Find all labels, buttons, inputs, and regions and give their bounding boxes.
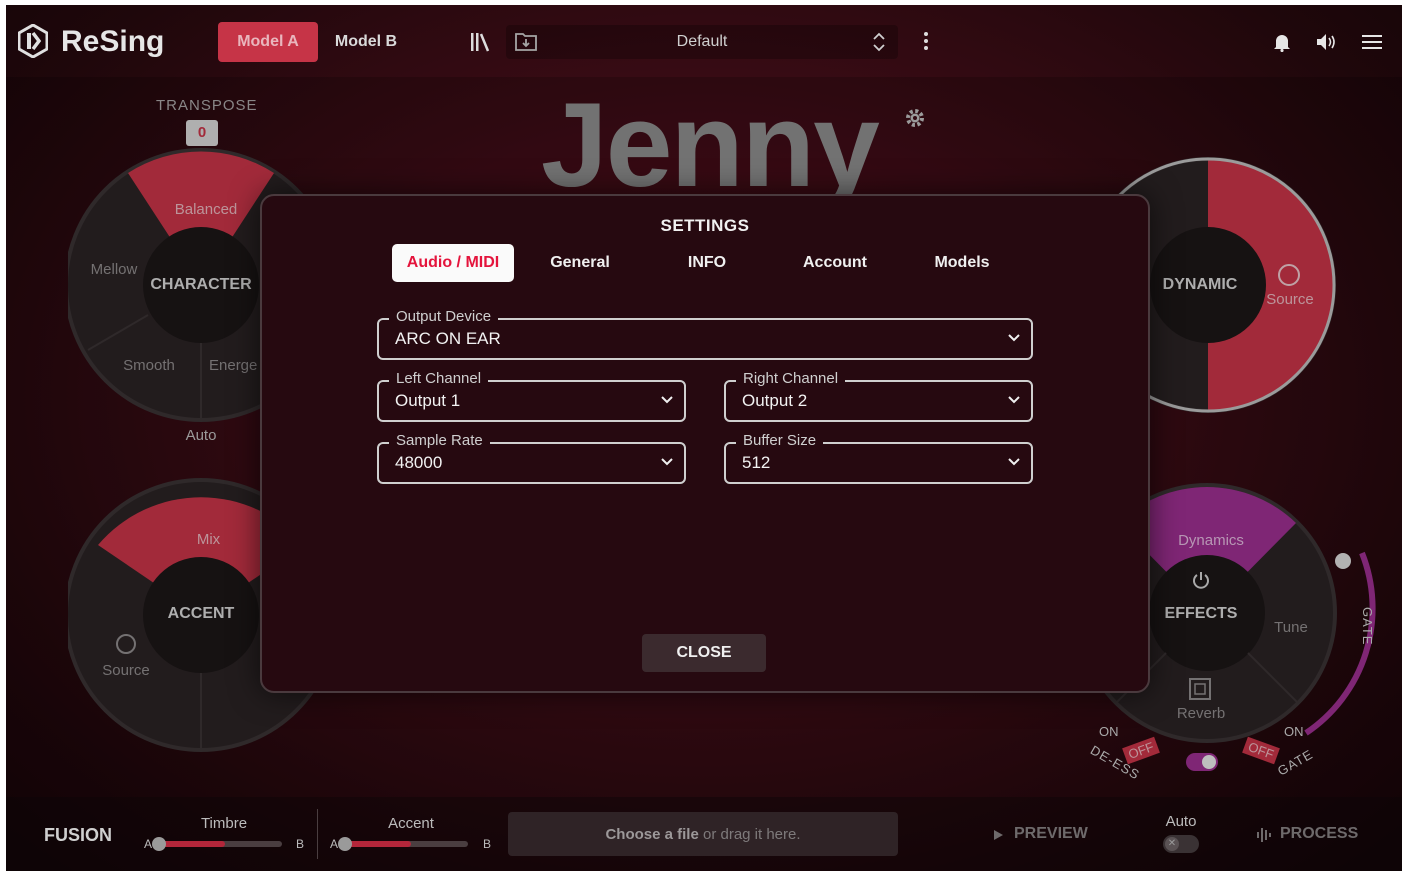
- dropzone-text: Choose a file or drag it here.: [605, 826, 801, 843]
- model-a-button[interactable]: Model A: [218, 22, 318, 62]
- divider: [317, 809, 318, 859]
- close-button[interactable]: CLOSE: [642, 634, 766, 672]
- output-device-value: ARC ON EAR: [395, 329, 501, 348]
- accent-b-label: B: [483, 837, 492, 851]
- left-channel-label: Left Channel: [389, 370, 489, 387]
- chevron-down-icon: [1008, 334, 1020, 342]
- tab-account[interactable]: Account: [794, 244, 876, 282]
- bell-icon[interactable]: [1273, 32, 1291, 52]
- timbre-slider-handle[interactable]: [152, 837, 166, 851]
- timbre-b-label: B: [296, 837, 305, 851]
- auto-toggle[interactable]: ✕: [1163, 835, 1199, 853]
- app-name: ReSing: [61, 25, 165, 58]
- preset-name: Default: [676, 33, 728, 50]
- chevron-down-icon: [661, 396, 673, 404]
- chevron-down-icon: [1008, 396, 1020, 404]
- accent-slider-label: Accent: [388, 815, 434, 832]
- hamburger-menu-icon[interactable]: [1362, 34, 1382, 50]
- choose-file-link[interactable]: Choose a file: [605, 826, 698, 843]
- preview-button[interactable]: PREVIEW: [1014, 825, 1088, 843]
- play-icon: [994, 830, 1003, 840]
- buffer-size-label: Buffer Size: [736, 432, 824, 449]
- right-channel-label: Right Channel: [736, 370, 846, 387]
- tab-models[interactable]: Models: [926, 244, 998, 282]
- bottom-bar: FUSION Timbre A B Accent A B Choose a fi…: [6, 797, 1402, 871]
- fusion-label: FUSION: [44, 825, 113, 845]
- sample-rate-label: Sample Rate: [389, 432, 490, 449]
- resing-logo-icon: [18, 24, 48, 58]
- process-button[interactable]: PROCESS: [1280, 825, 1358, 843]
- auto-label: Auto: [1165, 813, 1197, 830]
- left-channel-value: Output 1: [395, 391, 461, 410]
- accent-a-label: A: [330, 837, 339, 851]
- top-bar: ReSing Model A Model B Default: [6, 5, 1402, 77]
- buffer-size-select[interactable]: Buffer Size 512: [724, 432, 1033, 484]
- right-channel-value: Output 2: [742, 391, 808, 410]
- right-channel-select[interactable]: Right Channel Output 2: [724, 370, 1033, 422]
- speaker-icon[interactable]: [1315, 32, 1337, 52]
- buffer-size-value: 512: [742, 453, 771, 472]
- preset-selector[interactable]: Default: [506, 25, 898, 59]
- close-x-icon: ✕: [1165, 837, 1179, 851]
- timbre-label: Timbre: [200, 815, 248, 832]
- chevron-down-icon: [1008, 458, 1020, 466]
- output-device-label: Output Device: [389, 308, 499, 325]
- tab-general[interactable]: General: [540, 244, 620, 282]
- accent-slider[interactable]: [338, 837, 468, 851]
- settings-dialog: SETTINGS Audio / MIDI General INFO Accou…: [260, 194, 1150, 693]
- output-device-select[interactable]: Output Device ARC ON EAR: [377, 308, 1033, 360]
- updown-arrows-icon[interactable]: [872, 31, 886, 53]
- accent-slider-handle[interactable]: [338, 837, 352, 851]
- chevron-down-icon: [661, 458, 673, 466]
- library-icon[interactable]: [470, 32, 490, 52]
- kebab-menu-icon[interactable]: [923, 31, 929, 51]
- tab-audio-midi[interactable]: Audio / MIDI: [392, 244, 514, 282]
- timbre-a-label: A: [144, 837, 153, 851]
- model-b-button[interactable]: Model B: [326, 22, 406, 62]
- resing-app: ReSing Model A Model B Default Jenny TRA…: [6, 5, 1402, 871]
- timbre-slider[interactable]: [152, 837, 282, 851]
- settings-title: SETTINGS: [660, 216, 750, 235]
- tab-info[interactable]: INFO: [674, 244, 740, 282]
- sample-rate-select[interactable]: Sample Rate 48000: [377, 432, 686, 484]
- left-channel-select[interactable]: Left Channel Output 1: [377, 370, 686, 422]
- waveform-icon: [1257, 828, 1271, 842]
- sample-rate-value: 48000: [395, 453, 443, 472]
- file-dropzone[interactable]: Choose a file or drag it here.: [508, 812, 898, 856]
